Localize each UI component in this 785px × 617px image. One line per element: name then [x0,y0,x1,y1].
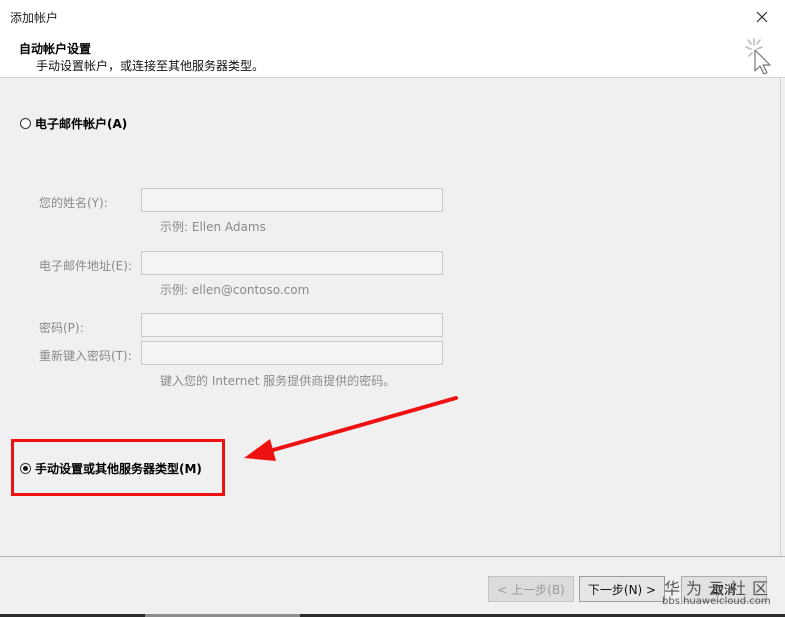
close-icon [756,11,768,22]
email-hint: 示例: ellen@contoso.com [160,283,310,297]
retype-password-label: 重新键入密码(T): [39,349,132,363]
name-label: 您的姓名(Y): [39,196,108,210]
email-account-label: 电子邮件帐户(A) [35,117,128,131]
wizard-sparkle-cursor-icon [745,38,771,75]
name-hint: 示例: Ellen Adams [160,220,266,234]
watermark: 华为云社区 bbs.huaweicloud.com [660,575,785,615]
email-label: 电子邮件地址(E): [39,259,132,273]
name-field[interactable] [141,188,443,212]
footer-divider [0,556,785,557]
password-label: 密码(P): [39,321,84,335]
content-border [780,77,781,557]
page-title: 自动帐户设置 [19,42,92,56]
password-hint: 键入您的 Internet 服务提供商提供的密码。 [160,374,396,388]
close-button[interactable] [739,0,785,33]
retype-password-field[interactable] [141,341,443,365]
back-button[interactable]: < 上一步(B) [488,576,574,602]
wizard-header: 自动帐户设置 手动设置帐户，或连接至其他服务器类型。 [0,33,785,78]
radio-circle [20,118,31,129]
watermark-url: bbs.huaweicloud.com [662,596,771,607]
window-title: 添加帐户 [10,11,59,25]
page-subtitle: 手动设置帐户，或连接至其他服务器类型。 [36,59,265,73]
window-title-bar: 添加帐户 [0,0,785,33]
next-button[interactable]: 下一步(N) > [579,576,665,602]
email-account-radio[interactable]: 电子邮件帐户(A) [20,115,127,132]
annotation-highlight-box [11,439,225,496]
email-field[interactable] [141,251,443,275]
red-arrow-annotation [244,396,458,461]
password-field[interactable] [141,313,443,337]
